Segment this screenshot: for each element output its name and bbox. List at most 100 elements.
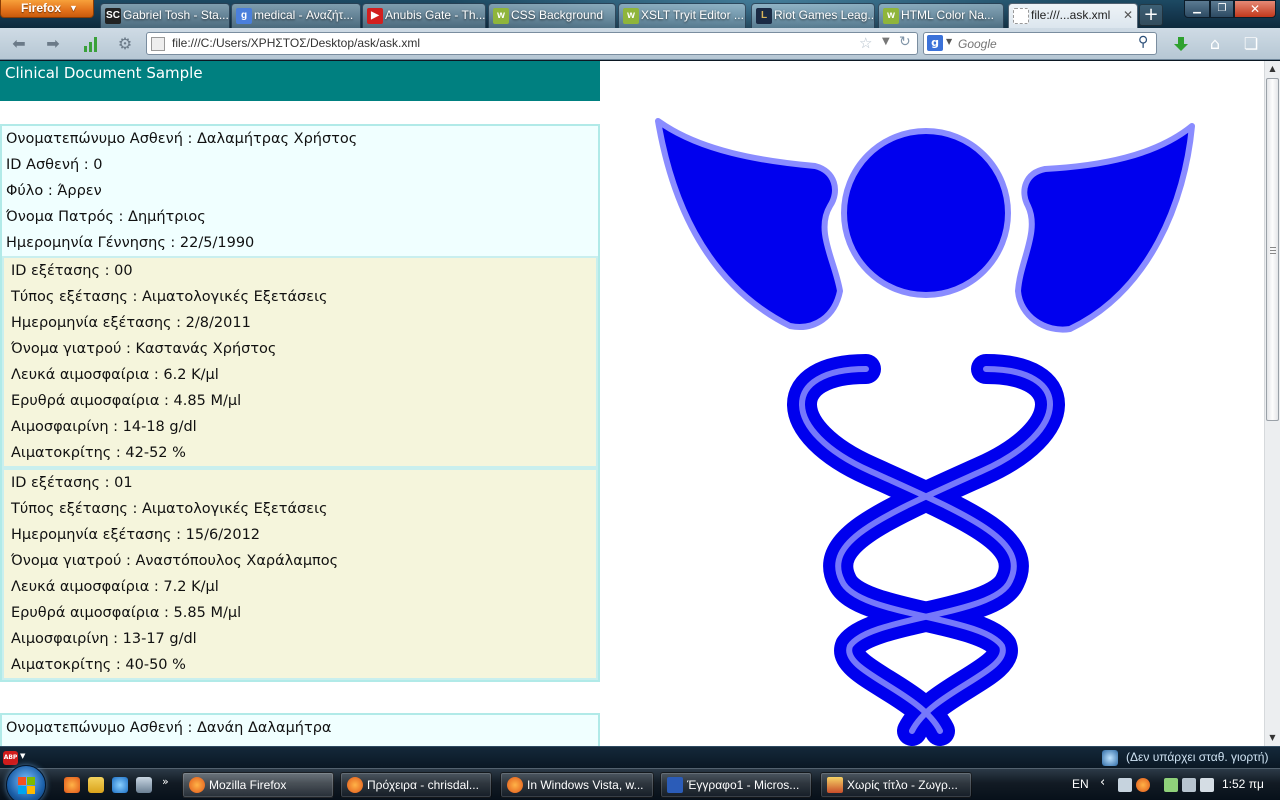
forward-arrow-icon[interactable]: ➡: [40, 32, 66, 56]
url-history-dropdown-icon[interactable]: ▼: [882, 36, 890, 47]
download-arrow-icon[interactable]: [1168, 32, 1194, 56]
tab-label: Anubis Gate - Th...: [385, 8, 486, 22]
gear-icon[interactable]: ⚙: [112, 32, 138, 56]
close-window-button[interactable]: ✕: [1234, 0, 1276, 18]
task-firefox-drafts[interactable]: Πρόχειρα - chrisdal...: [340, 772, 492, 798]
exam-hematocrit: Αιματοκρίτης : 42-52 %: [11, 445, 186, 461]
chevron-down-icon: ▼: [69, 3, 78, 13]
bookmark-star-icon[interactable]: ☆: [859, 34, 872, 52]
minimize-button[interactable]: ▁: [1184, 0, 1210, 18]
tab-xslt-tryit[interactable]: w XSLT Tryit Editor ...: [618, 3, 746, 28]
exam-wbc: Λευκά αιμοσφαίρια : 6.2 Κ/μl: [11, 367, 219, 383]
tab-label: medical - Αναζήτ...: [254, 8, 354, 22]
tab-gabriel-tosh[interactable]: SC Gabriel Tosh - Sta...: [100, 3, 230, 28]
vertical-scrollbar[interactable]: ▲ ▼: [1264, 61, 1280, 746]
scrollbar-thumb[interactable]: [1266, 78, 1279, 421]
tab-label: CSS Background: [511, 8, 604, 22]
nameday-icon[interactable]: [1102, 750, 1118, 766]
clock[interactable]: 1:52 πμ: [1222, 777, 1264, 791]
show-hidden-icons-icon[interactable]: ‹: [1100, 775, 1105, 790]
exam-rbc: Ερυθρά αιμοσφαίρια : 4.85 Μ/μl: [11, 393, 242, 409]
patient-name: Ονοματεπώνυμο Ασθενή : Δανάη Δαλαμήτρα: [6, 720, 332, 736]
tab-css-background[interactable]: w CSS Background: [488, 3, 616, 28]
tab-ask-xml[interactable]: file:///...ask.xml ✕: [1008, 3, 1138, 28]
firefox-icon: [347, 777, 363, 793]
quicklaunch-more-icon[interactable]: »: [162, 775, 169, 788]
document-header: Clinical Document Sample: [0, 61, 600, 101]
adblock-dropdown-icon[interactable]: ▼: [20, 752, 25, 760]
internet-explorer-icon[interactable]: [112, 777, 128, 793]
url-text: file:///C:/Users/ΧΡΗΣΤΟΣ/Desktop/ask/ask…: [172, 36, 421, 50]
page-viewport: Clinical Document Sample Ονοματεπώνυμο Α…: [0, 61, 1264, 746]
search-input[interactable]: [958, 35, 1128, 52]
caduceus-logo: [655, 118, 1195, 746]
paint-icon: [827, 777, 843, 793]
address-bar[interactable]: file:///C:/Users/ΧΡΗΣΤΟΣ/Desktop/ask/ask…: [146, 32, 918, 55]
scroll-up-arrow-icon[interactable]: ▲: [1265, 62, 1280, 76]
search-icon[interactable]: ⚲: [1138, 34, 1148, 50]
exam-date: Ημερομηνία εξέτασης : 15/6/2012: [11, 527, 261, 543]
google-search-engine-icon[interactable]: g: [927, 35, 943, 51]
search-engine-dropdown-icon[interactable]: ▼: [946, 37, 952, 46]
bookmarks-menu-icon[interactable]: ❏: [1238, 32, 1264, 56]
patient-id: ID Ασθενή : 0: [6, 157, 103, 173]
patient-sex: Φύλο : Άρρεν: [6, 183, 102, 199]
patient-card: Ονοματεπώνυμο Ασθενή : Δανάη Δαλαμήτρα: [0, 713, 600, 746]
w3schools-icon: w: [623, 8, 639, 24]
firefox-menu-button[interactable]: Firefox ▼: [0, 0, 94, 18]
new-tab-button[interactable]: +: [1139, 4, 1163, 26]
tab-anubis-gate[interactable]: ▶ Anubis Gate - Th...: [362, 3, 486, 28]
search-box[interactable]: g ▼ ⚲: [923, 32, 1157, 55]
task-word-document[interactable]: Έγγραφο1 - Micros...: [660, 772, 812, 798]
task-firefox-vista[interactable]: In Windows Vista, w...: [500, 772, 654, 798]
exam-type: Τύπος εξέτασης : Αιματολογικές Εξετάσεις: [11, 289, 328, 305]
word-icon: [667, 777, 683, 793]
adblock-icon[interactable]: ABP: [3, 751, 18, 765]
scroll-down-arrow-icon[interactable]: ▼: [1265, 731, 1280, 745]
firefox-icon: [189, 777, 205, 793]
back-arrow-icon[interactable]: ⬅: [6, 32, 32, 56]
tab-label: XSLT Tryit Editor ...: [641, 8, 744, 22]
volume-icon[interactable]: [1200, 778, 1214, 792]
task-label: Πρόχειρα - chrisdal...: [367, 778, 479, 792]
exam-card: ID εξέτασης : 01 Τύπος εξέτασης : Αιματο…: [2, 468, 598, 680]
tab-label: HTML Color Na...: [901, 8, 994, 22]
firefox-icon: [507, 777, 523, 793]
tab-riot-games[interactable]: L Riot Games Leag...: [751, 3, 875, 28]
signal-bars-icon[interactable]: [78, 32, 104, 56]
youtube-icon: ▶: [367, 8, 383, 24]
exam-type: Τύπος εξέτασης : Αιματολογικές Εξετάσεις: [11, 501, 328, 517]
patient-birthdate: Ημερομηνία Γέννησης : 22/5/1990: [6, 235, 255, 251]
tab-html-color-names[interactable]: w HTML Color Na...: [878, 3, 1004, 28]
exam-id: ID εξέτασης : 00: [11, 263, 133, 279]
task-label: Mozilla Firefox: [209, 778, 287, 792]
document-title: Clinical Document Sample: [5, 64, 203, 82]
language-indicator[interactable]: EN: [1072, 777, 1089, 791]
show-desktop-icon[interactable]: [136, 777, 152, 793]
patient-father: Όνομα Πατρός : Δημήτριος: [6, 209, 206, 225]
tab-label: Gabriel Tosh - Sta...: [123, 8, 229, 22]
monitor-icon[interactable]: [1182, 778, 1196, 792]
tray-app-icon[interactable]: [1136, 778, 1150, 792]
home-icon[interactable]: ⌂: [1202, 32, 1228, 56]
maximize-button[interactable]: ❐: [1210, 0, 1234, 18]
network-icon[interactable]: [1118, 778, 1132, 792]
blank-page-icon: [1013, 8, 1029, 24]
patient-name: Ονοματεπώνυμο Ασθενή : Δαλαμήτρας Χρήστο…: [6, 131, 358, 147]
close-tab-icon[interactable]: ✕: [1123, 4, 1133, 27]
patient-card: Ονοματεπώνυμο Ασθενή : Δαλαμήτρας Χρήστο…: [0, 124, 600, 682]
task-paint[interactable]: Χωρίς τίτλο - Ζωγρ...: [820, 772, 972, 798]
task-label: Χωρίς τίτλο - Ζωγρ...: [847, 778, 958, 792]
exam-doctor: Όνομα γιατρού : Καστανάς Χρήστος: [11, 341, 277, 357]
task-mozilla-firefox[interactable]: Mozilla Firefox: [182, 772, 334, 798]
start-button[interactable]: [6, 765, 46, 800]
google-icon: g: [236, 8, 252, 24]
battery-icon[interactable]: [1164, 778, 1178, 792]
firefox-quicklaunch-icon[interactable]: [64, 777, 80, 793]
navigation-toolbar: ⬅ ➡ ⚙ file:///C:/Users/ΧΡΗΣΤΟΣ/Desktop/a…: [0, 28, 1280, 60]
exam-wbc: Λευκά αιμοσφαίρια : 7.2 Κ/μl: [11, 579, 219, 595]
media-player-icon[interactable]: [88, 777, 104, 793]
reload-icon[interactable]: ↻: [899, 34, 911, 50]
exam-hemoglobin: Αιμοσφαιρίνη : 14-18 g/dl: [11, 419, 197, 435]
tab-medical-search[interactable]: g medical - Αναζήτ...: [231, 3, 361, 28]
